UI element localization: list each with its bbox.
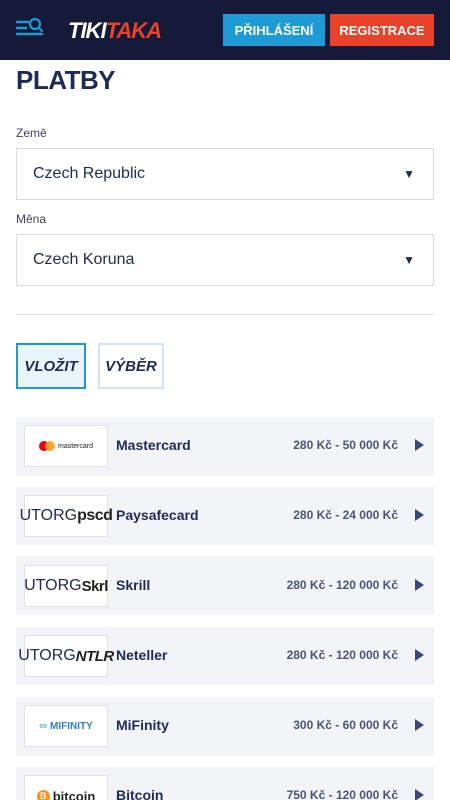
play-arrow-icon — [415, 439, 424, 451]
menu-search-icon[interactable] — [16, 16, 44, 40]
payment-method-mifinity[interactable]: ∞ MIFINITY MiFinity 300 Kč - 60 000 Kč — [16, 697, 434, 755]
dropdown-arrow-icon: ▼ — [403, 167, 415, 181]
payment-methods-list: mastercard Mastercard 280 Kč - 50 000 Kč… — [16, 417, 434, 800]
dropdown-arrow-icon: ▼ — [403, 253, 415, 267]
play-arrow-icon — [415, 579, 424, 591]
country-label: Země — [16, 126, 47, 140]
header-bar: TIKITAKA PŘIHLÁŠENÍ REGISTRACE — [0, 0, 450, 60]
payment-method-bitcoin[interactable]: B bitcoin Bitcoin 750 Kč - 120 000 Kč — [16, 767, 434, 800]
bitcoin-logo: B bitcoin — [24, 775, 108, 800]
neteller-logo: UTORG NTLR — [18, 635, 114, 677]
payment-method-skrill[interactable]: UTORG Skrl Skrill 280 Kč - 120 000 Kč — [16, 557, 434, 615]
method-range: 300 Kč - 60 000 Kč — [293, 718, 398, 732]
page-title: PLATBY — [16, 65, 116, 95]
login-button[interactable]: PŘIHLÁŠENÍ — [223, 14, 325, 46]
method-range: 750 Kč - 120 000 Kč — [286, 788, 398, 800]
play-arrow-icon — [415, 719, 424, 731]
play-arrow-icon — [415, 789, 424, 800]
method-name: Bitcoin — [116, 787, 164, 800]
method-name: Skrill — [116, 577, 151, 593]
payment-method-mastercard[interactable]: mastercard Mastercard 280 Kč - 50 000 Kč — [16, 417, 434, 475]
currency-select[interactable]: Czech Koruna ▼ — [16, 234, 434, 286]
country-value: Czech Republic — [33, 165, 146, 182]
skrill-logo: UTORG Skrl — [24, 565, 108, 607]
payment-method-paysafecard[interactable]: UTORG pscd Paysafecard 280 Kč - 24 000 K… — [16, 487, 434, 545]
currency-value: Czech Koruna — [33, 251, 135, 268]
method-name: Paysafecard — [116, 507, 199, 523]
mastercard-circles-icon — [38, 441, 55, 451]
tab-withdraw[interactable]: VÝBĚR — [98, 343, 164, 389]
divider — [16, 314, 434, 315]
play-arrow-icon — [415, 509, 424, 521]
mifinity-logo: ∞ MIFINITY — [24, 705, 108, 747]
payment-method-neteller[interactable]: UTORG NTLR Neteller 280 Kč - 120 000 Kč — [16, 627, 434, 685]
tab-deposit[interactable]: VLOŽIT — [16, 343, 86, 389]
method-name: Neteller — [116, 647, 168, 663]
mastercard-logo: mastercard — [24, 425, 108, 467]
method-range: 280 Kč - 120 000 Kč — [286, 578, 398, 592]
method-range: 280 Kč - 50 000 Kč — [293, 438, 398, 452]
method-name: Mastercard — [116, 437, 191, 453]
paysafecard-logo: UTORG pscd — [20, 495, 113, 537]
country-select[interactable]: Czech Republic ▼ — [16, 148, 434, 200]
method-range: 280 Kč - 24 000 Kč — [293, 508, 398, 522]
infinity-icon: ∞ — [39, 720, 48, 732]
bitcoin-icon: B — [36, 789, 50, 800]
play-arrow-icon — [415, 649, 424, 661]
method-range: 280 Kč - 120 000 Kč — [286, 648, 398, 662]
currency-label: Měna — [16, 212, 47, 226]
method-name: MiFinity — [116, 717, 169, 733]
logo[interactable]: TIKITAKA — [68, 17, 162, 45]
register-button[interactable]: REGISTRACE — [330, 14, 434, 46]
